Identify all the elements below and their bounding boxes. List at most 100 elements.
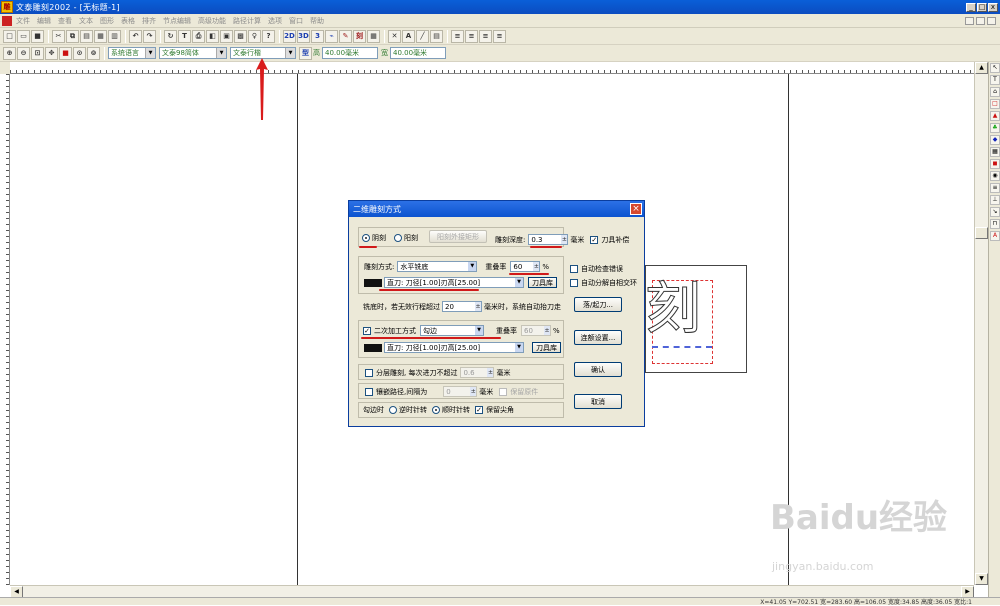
menu-file[interactable]: 文件 <box>16 16 30 26</box>
scroll-up-icon[interactable]: ▲ <box>975 62 988 74</box>
yangke-radio[interactable] <box>394 234 402 242</box>
preview-icon[interactable]: ◧ <box>206 29 219 43</box>
cut-icon[interactable]: ✂ <box>52 29 65 43</box>
close-button[interactable]: x <box>988 2 998 12</box>
knife-tool-icon[interactable]: ↘ <box>990 207 1000 217</box>
save-icon[interactable]: ■ <box>31 29 44 43</box>
scroll-down-icon[interactable]: ▼ <box>975 573 988 585</box>
zoom-fit-icon[interactable]: ⊙ <box>73 46 86 60</box>
dialog-close-icon[interactable]: × <box>630 203 642 215</box>
engrave-3d-button[interactable]: 3D <box>297 29 310 43</box>
connect-settings-button[interactable]: 连额设置... <box>574 330 622 345</box>
zoom-box-icon[interactable]: ⊡ <box>31 46 44 60</box>
secondary-checkbox[interactable]: ✓ <box>363 326 371 335</box>
type-tool-icon[interactable]: 型 <box>299 46 312 60</box>
clipboard-icon[interactable]: ▦ <box>94 29 107 43</box>
engrave-3-button[interactable]: 3 <box>311 29 324 43</box>
doc-restore-button[interactable] <box>976 16 985 25</box>
engrave-mode-select[interactable]: 水平铣底 <box>397 261 478 272</box>
justify-icon[interactable]: ≡ <box>493 29 506 43</box>
cut-path-icon[interactable]: ✎ <box>339 29 352 43</box>
menu-window[interactable]: 窗口 <box>289 16 303 26</box>
output-icon[interactable]: ▦ <box>367 29 380 43</box>
zoom-out-icon[interactable]: ⊖ <box>17 46 30 60</box>
font-a-icon[interactable]: A <box>402 29 415 43</box>
new-file-icon[interactable]: □ <box>3 29 16 43</box>
language-select[interactable]: 系统语言 <box>108 47 156 59</box>
block-tool-icon[interactable]: ▤ <box>430 29 443 43</box>
undo-icon[interactable]: ↶ <box>129 29 142 43</box>
italic-tool-icon[interactable]: T <box>178 29 191 43</box>
auto-check-checkbox[interactable] <box>570 265 578 273</box>
open-folder-icon[interactable]: ▭ <box>17 29 30 43</box>
zoom-in-icon[interactable]: ⊕ <box>3 46 16 60</box>
ccw-radio[interactable] <box>389 406 397 414</box>
color-tool-icon[interactable]: ♣ <box>990 123 1000 133</box>
vertical-scrollbar[interactable]: ▲ ▼ <box>974 62 988 585</box>
image-icon[interactable]: ▩ <box>234 29 247 43</box>
auto-split-checkbox[interactable] <box>570 279 578 287</box>
tool-lib-button[interactable]: 刀具库 <box>528 277 557 288</box>
menu-text[interactable]: 文本 <box>79 16 93 26</box>
inlay-checkbox[interactable] <box>365 387 373 396</box>
ok-button[interactable]: 确认 <box>574 362 622 377</box>
zoom-all-icon[interactable]: ⊚ <box>87 46 100 60</box>
width-input[interactable]: 40.00毫米 <box>390 47 446 59</box>
menu-advanced[interactable]: 高级功能 <box>198 16 226 26</box>
copy-icon[interactable]: ⧉ <box>66 29 79 43</box>
tool-lib2-button[interactable]: 刀具库 <box>532 342 561 353</box>
grid-tool-icon[interactable]: ▦ <box>990 147 1000 157</box>
align-right-icon[interactable]: ≡ <box>479 29 492 43</box>
ab-tool-icon[interactable]: A <box>990 231 1000 241</box>
doc-close-button[interactable] <box>987 16 996 25</box>
cancel-button[interactable]: 取消 <box>574 394 622 409</box>
tool-path-icon[interactable]: ⌁ <box>325 29 338 43</box>
engrave-char-button[interactable]: 刻 <box>353 29 366 43</box>
print-icon[interactable]: ⎙ <box>192 29 205 43</box>
keep-original-checkbox[interactable] <box>499 387 508 396</box>
doc-icon[interactable] <box>2 15 12 26</box>
tool1-select[interactable]: 直刀: 刀径[1.00]刃高[25.00] <box>384 277 524 288</box>
menu-align[interactable]: 排齐 <box>142 16 156 26</box>
fill-icon[interactable]: ■ <box>59 46 72 60</box>
menu-path-calc[interactable]: 路径计算 <box>233 16 261 26</box>
layers-tool-icon[interactable]: ≡ <box>990 183 1000 193</box>
menu-options[interactable]: 选项 <box>268 16 282 26</box>
menu-graphics[interactable]: 图形 <box>100 16 114 26</box>
frame-icon[interactable]: ▣ <box>220 29 233 43</box>
cross-tool-icon[interactable]: ✕ <box>388 29 401 43</box>
mill-distance-input[interactable]: 20 <box>442 301 482 312</box>
minimize-button[interactable]: _ <box>966 2 976 12</box>
layer-input[interactable]: 0.6 <box>460 367 495 378</box>
align-left-icon[interactable]: ≡ <box>451 29 464 43</box>
table-icon[interactable]: ▥ <box>108 29 121 43</box>
lightbulb-icon[interactable]: ♀ <box>248 29 261 43</box>
doc-minimize-button[interactable] <box>965 16 974 25</box>
engraving-glyph[interactable]: 刻 <box>645 281 702 338</box>
fill-tool-icon[interactable]: ◆ <box>990 135 1000 145</box>
shape-tool-icon[interactable]: ▲ <box>990 111 1000 121</box>
redo-icon[interactable]: ↷ <box>143 29 156 43</box>
menu-view[interactable]: 查看 <box>58 16 72 26</box>
node-tool-icon[interactable]: ⌂ <box>990 87 1000 97</box>
weld-tool-icon[interactable]: ⊓ <box>990 219 1000 229</box>
menu-node-edit[interactable]: 节点编辑 <box>163 16 191 26</box>
palette-tool-icon[interactable]: ◼ <box>990 159 1000 169</box>
align-center-icon[interactable]: ≡ <box>465 29 478 43</box>
cw-radio[interactable] <box>432 406 440 414</box>
depth-input[interactable]: 0.3 <box>528 234 569 245</box>
text-tool-icon[interactable]: T <box>990 75 1000 85</box>
height-input[interactable]: 40.00毫米 <box>322 47 378 59</box>
menu-table[interactable]: 表格 <box>121 16 135 26</box>
inlay-input[interactable]: 0 <box>443 386 478 397</box>
measure-tool-icon[interactable]: ⊥ <box>990 195 1000 205</box>
keep-sharp-checkbox[interactable]: ✓ <box>475 406 483 414</box>
bucket-tool-icon[interactable]: ◉ <box>990 171 1000 181</box>
diagonal-tool-icon[interactable]: ╱ <box>416 29 429 43</box>
menu-help[interactable]: 帮助 <box>310 16 324 26</box>
rotate-icon[interactable]: ↻ <box>164 29 177 43</box>
pan-icon[interactable]: ✥ <box>45 46 58 60</box>
help-icon[interactable]: ? <box>262 29 275 43</box>
tool2-select[interactable]: 直刀: 刀径[1.00]刃高[25.00] <box>384 342 524 353</box>
layer-checkbox[interactable] <box>365 368 373 377</box>
